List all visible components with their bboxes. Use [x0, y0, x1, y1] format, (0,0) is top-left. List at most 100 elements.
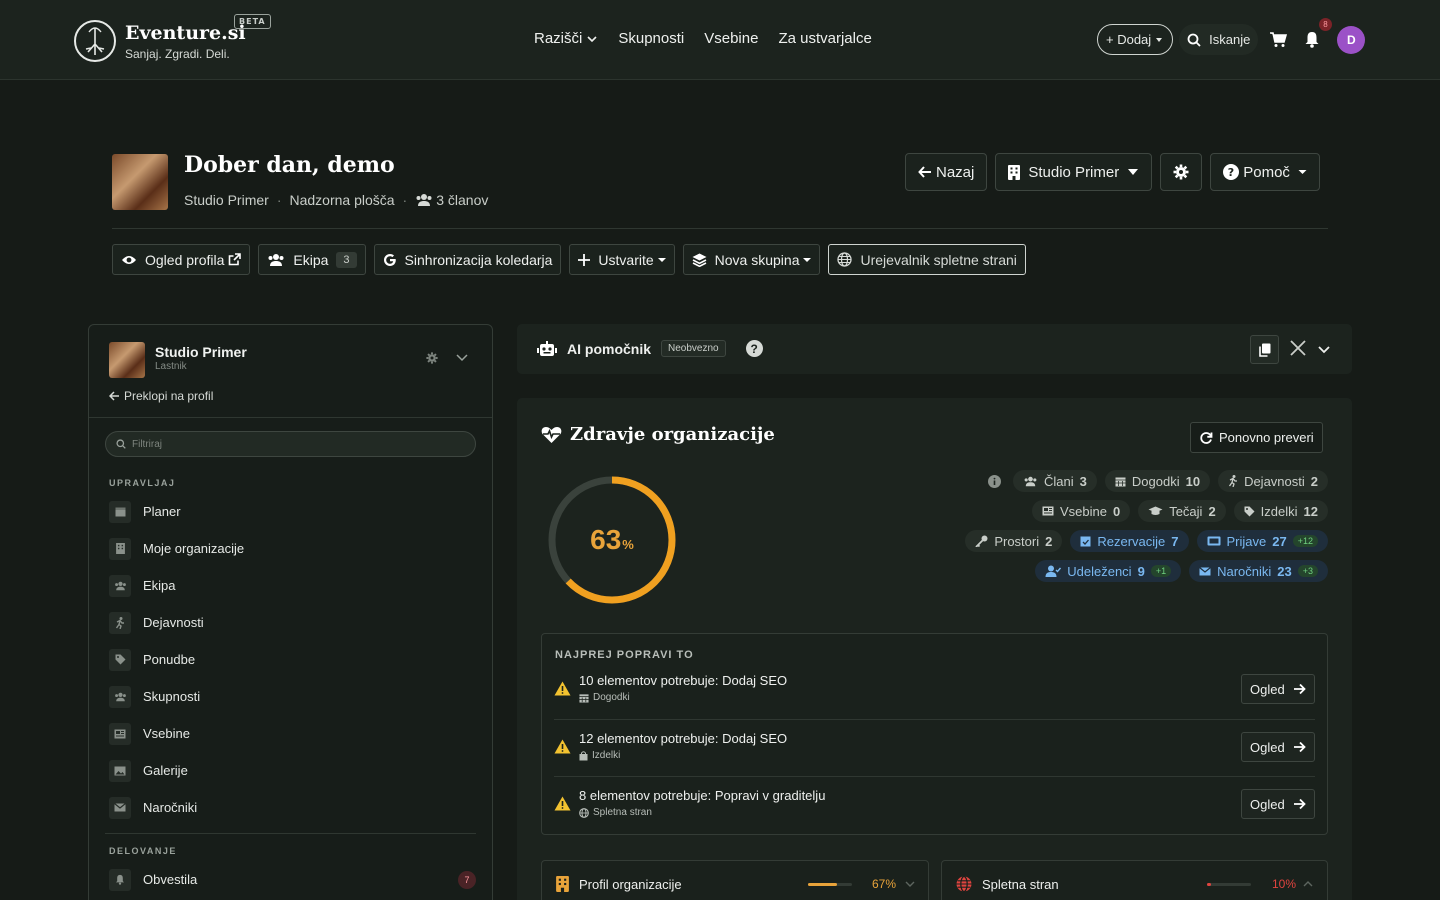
switch-to-profile-link[interactable]: Preklopi na profil	[109, 389, 213, 403]
team-button[interactable]: Ekipa 3	[258, 244, 366, 275]
nav-right-tools: + Dodaj Iskanje 8 D	[1097, 18, 1366, 55]
sidebar-item-activities[interactable]: Dejavnosti	[109, 604, 476, 641]
caret-down-icon	[1128, 169, 1139, 175]
sidebar-item-planner[interactable]: Planer	[109, 493, 476, 530]
sidebar-divider	[105, 833, 476, 834]
chip-delta: +12	[1292, 535, 1318, 547]
new-group-dropdown[interactable]: Nova skupina	[682, 244, 821, 275]
breadcrumb-separator: ·	[276, 192, 282, 208]
sidebar-filter-input[interactable]: Filtriraj	[105, 431, 476, 457]
stat-chip-courses[interactable]: Tečaji 2	[1138, 500, 1226, 522]
stat-chip-content[interactable]: Vsebine 0	[1031, 500, 1131, 522]
notification-count-badge: 8	[1319, 18, 1332, 31]
nav-item-explore[interactable]: Razišči	[534, 30, 598, 47]
plus-icon	[578, 253, 591, 266]
sidebar-item-communities[interactable]: Skupnosti	[109, 678, 476, 715]
copy-button[interactable]	[1250, 335, 1279, 364]
recheck-button[interactable]: Ponovno preveri	[1190, 422, 1323, 453]
org-switch-dropdown[interactable]: Studio Primer	[995, 153, 1153, 191]
sidebar-item-galleries[interactable]: Galerije	[109, 752, 476, 789]
bell-icon	[1305, 32, 1319, 48]
sidebar-item-offers[interactable]: Ponudbe	[109, 641, 476, 678]
sidebar-section-operations: DELOVANJE	[109, 846, 177, 856]
stat-chip-members[interactable]: Člani 3	[1013, 470, 1097, 492]
back-button[interactable]: Nazaj	[905, 153, 988, 191]
fix-item-area: Dogodki	[593, 692, 630, 703]
section-percentage: 10%	[1272, 877, 1297, 891]
stat-chip-signups[interactable]: Prijave 27 +12	[1196, 530, 1328, 552]
header-divider	[112, 228, 1328, 229]
add-button[interactable]: + Dodaj	[1097, 24, 1174, 55]
breadcrumb-org[interactable]: Studio Primer	[184, 192, 269, 208]
google-icon	[383, 253, 396, 266]
building-icon	[556, 876, 569, 892]
sidebar-org-role: Lastnik	[155, 361, 187, 372]
search-icon	[1187, 33, 1201, 47]
health-score-value: 63	[590, 524, 622, 555]
ai-help-icon[interactable]: ?	[745, 340, 763, 357]
chip-label: Dogodki	[1131, 473, 1180, 489]
nav-item-communities[interactable]: Skupnosti	[618, 30, 684, 47]
nav-item-creators[interactable]: Za ustvarjalce	[778, 30, 871, 47]
sidebar-item-team[interactable]: Ekipa	[109, 567, 476, 604]
stat-chip-subscribers[interactable]: Naročniki 23 +3	[1189, 560, 1328, 582]
stat-chip-reservations[interactable]: Rezervacije 7	[1070, 530, 1189, 552]
heart-pulse-icon	[541, 426, 562, 443]
fix-view-button[interactable]: Ogled	[1241, 789, 1315, 819]
ai-collapse-button[interactable]	[1317, 342, 1331, 358]
fix-item: 8 elementov potrebuje: Popravi v gradite…	[554, 783, 1315, 840]
stat-chip-spaces[interactable]: Prostori 2	[965, 530, 1063, 552]
fix-item: 10 elementov potrebuje: Dodaj SEO Dogodk…	[554, 668, 1315, 725]
warning-icon	[554, 739, 571, 754]
newspaper-icon	[109, 722, 131, 745]
user-check-icon	[1045, 565, 1062, 577]
cart-button[interactable]	[1264, 24, 1292, 55]
sidebar-ops-menu: Obvestila 7	[109, 861, 476, 898]
stat-chip-events[interactable]: Dogodki 10	[1104, 470, 1211, 492]
info-icon[interactable]	[983, 470, 1005, 492]
sidebar-divider	[89, 417, 492, 418]
fix-view-button[interactable]: Ogled	[1241, 732, 1315, 762]
brand-logo[interactable]: Eventure.si Sanjaj. Zgradi. Deli.	[74, 20, 246, 62]
nav-item-content[interactable]: Vsebine	[704, 30, 758, 47]
chip-label: Udeleženci	[1067, 563, 1132, 579]
sidebar-settings-button[interactable]	[426, 351, 438, 367]
shopping-bag-icon	[579, 750, 588, 760]
calendar-sync-button[interactable]: Sinhronizacija koledarja	[373, 244, 562, 275]
website-editor-button[interactable]: Urejevalnik spletne strani	[828, 244, 1026, 275]
brand-tagline: Sanjaj. Zgradi. Deli.	[125, 47, 230, 61]
create-label: Ustvarite	[598, 251, 654, 268]
settings-button[interactable]	[1160, 153, 1203, 191]
stat-chip-products[interactable]: Izdelki 12	[1233, 500, 1328, 522]
health-section-organization-profile[interactable]: Profil organizacije 67%	[541, 860, 929, 900]
page-title: Dober dan, demo	[184, 152, 395, 178]
stat-chip-attendees[interactable]: Udeleženci 9 +1	[1035, 560, 1182, 582]
chip-value: 2	[1045, 533, 1053, 549]
sidebar-item-label: Vsebine	[143, 726, 190, 741]
close-button[interactable]	[1289, 339, 1307, 360]
globe-icon	[579, 807, 589, 818]
sidebar-item-label: Naročniki	[143, 800, 198, 815]
optional-badge: Neobvezno	[661, 340, 726, 357]
help-dropdown[interactable]: ? Pomoč	[1210, 153, 1320, 191]
health-section-website[interactable]: Spletna stran 10%	[941, 860, 1328, 900]
sidebar-item-my-organizations[interactable]: Moje organizacije	[109, 530, 476, 567]
arrow-left-icon	[918, 166, 931, 178]
sidebar-item-content[interactable]: Vsebine	[109, 715, 476, 752]
sidebar-item-notifications[interactable]: Obvestila 7	[109, 861, 476, 898]
user-avatar[interactable]: D	[1337, 25, 1366, 54]
chip-value: 12	[1303, 503, 1318, 519]
website-editor-label: Urejevalnik spletne strani	[860, 251, 1017, 268]
search-button[interactable]: Iskanje	[1179, 24, 1259, 55]
chip-value: 27	[1272, 533, 1287, 549]
sidebar-item-subscribers[interactable]: Naročniki	[109, 789, 476, 826]
ai-assistant-title: AI pomočnik	[567, 340, 652, 357]
envelope-icon	[1199, 566, 1211, 575]
view-profile-button[interactable]: Ogled profila	[112, 244, 251, 275]
create-dropdown[interactable]: Ustvarite	[569, 244, 675, 275]
sidebar-collapse-button[interactable]	[455, 351, 469, 367]
stat-chip-activities[interactable]: Dejavnosti 2	[1218, 470, 1328, 492]
chip-label: Prostori	[994, 533, 1040, 549]
fix-view-button[interactable]: Ogled	[1241, 674, 1315, 704]
globe-icon	[837, 252, 853, 267]
